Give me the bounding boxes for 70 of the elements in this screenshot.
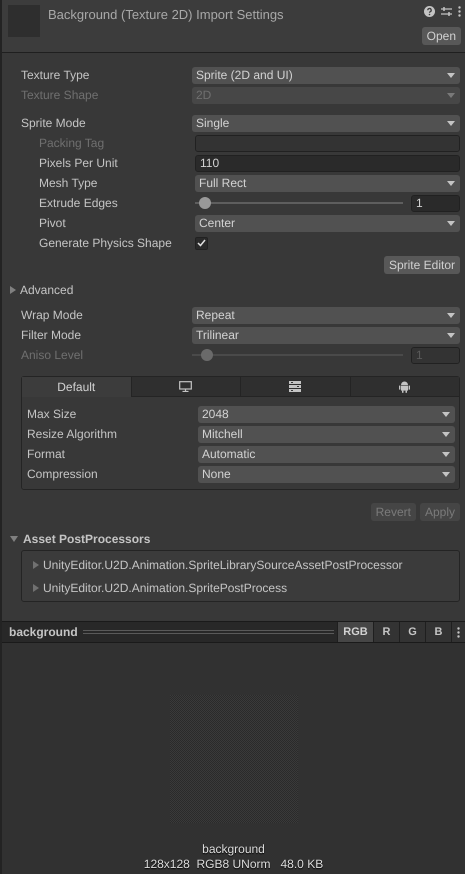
slider-thumb[interactable]	[199, 197, 212, 209]
platform-tab[interactable]	[350, 377, 459, 397]
field-label: Mesh Type	[39, 175, 98, 192]
post-processors-foldout[interactable]: Asset PostProcessors	[10, 530, 465, 548]
channel-toggle[interactable]: B	[425, 622, 451, 642]
caret-icon	[447, 92, 455, 98]
help-icon	[424, 6, 435, 17]
texture-name: background	[202, 842, 265, 857]
dropdown[interactable]: Sprite (2D and UI)	[192, 66, 460, 84]
caret-icon	[447, 180, 455, 186]
field-label: Filter Mode	[21, 327, 82, 344]
dropdown[interactable]: None	[198, 466, 455, 482]
number-field[interactable]: 1	[411, 194, 460, 212]
caret-icon	[447, 312, 455, 318]
dropdown[interactable]: 2048	[198, 406, 455, 422]
caret-icon	[442, 452, 450, 456]
caret-icon	[447, 332, 455, 338]
more-icon	[457, 626, 460, 638]
field-label: Texture Type	[21, 67, 90, 84]
caret-icon	[442, 432, 450, 436]
dropdown[interactable]: Trilinear	[192, 326, 460, 344]
caret-icon	[447, 72, 455, 78]
caret-icon	[442, 472, 450, 476]
dropdown[interactable]: Full Rect	[195, 174, 460, 192]
channel-toggle[interactable]: R	[373, 622, 399, 642]
checkbox[interactable]	[195, 236, 208, 250]
dropdown[interactable]: Single	[192, 114, 460, 132]
more-button[interactable]	[451, 622, 465, 642]
dropdown[interactable]: Repeat	[192, 306, 460, 324]
field-label: Wrap Mode	[21, 307, 84, 324]
input-field[interactable]: 110	[195, 154, 460, 172]
field-label: Extrude Edges	[39, 195, 119, 212]
settings-icon	[441, 6, 452, 17]
channel-toggle[interactable]: RGB	[337, 622, 373, 642]
more-icon	[458, 6, 461, 17]
field-label: Compression	[27, 466, 99, 483]
field-label: Format	[27, 446, 66, 463]
field-label: Pixels Per Unit	[39, 155, 119, 172]
disclosure-triangle-icon	[32, 560, 40, 568]
field-label: Pivot	[39, 215, 67, 232]
android-robot-icon	[399, 380, 410, 392]
disclosure-triangle-icon	[9, 286, 17, 294]
window-title: Background (Texture 2D) Import Settings	[48, 6, 284, 24]
texture-info: 128x128 RGB8 UNorm 48.0 KB	[144, 857, 324, 872]
disclosure-triangle-icon	[32, 584, 40, 592]
disclosure-triangle-icon	[10, 535, 18, 543]
field-label: Max Size	[27, 406, 78, 423]
caret-icon	[447, 220, 455, 226]
sprite-editor-button[interactable]: Sprite Editor	[384, 256, 460, 274]
field-label: Generate Physics Shape	[39, 235, 173, 252]
field-label: Resize Algorithm	[27, 426, 118, 443]
caret-icon	[447, 120, 455, 126]
caret-icon	[442, 412, 450, 416]
post-processor-item[interactable]: UnityEditor.U2D.Animation.SpriteLibrarySourceAssetPostProcessor	[32, 554, 459, 574]
monitor-icon	[179, 381, 192, 392]
slider-track[interactable]	[192, 349, 403, 361]
platform-tab[interactable]	[240, 377, 350, 397]
dropdown[interactable]: Automatic	[198, 446, 455, 462]
dropdown[interactable]: Mitchell	[198, 426, 455, 442]
field-label: Sprite Mode	[21, 115, 87, 132]
post-processor-item[interactable]: UnityEditor.U2D.Animation.SpritePostProcess	[32, 578, 459, 598]
server-icon	[289, 381, 302, 392]
platform-tab[interactable]: Default	[22, 377, 130, 397]
slider-track[interactable]	[195, 197, 403, 209]
platform-tab[interactable]	[130, 377, 240, 397]
dropdown[interactable]: Center	[195, 214, 460, 232]
channel-toggle[interactable]: G	[399, 622, 425, 642]
advanced-foldout[interactable]: Advanced	[9, 281, 465, 299]
preview-title: background	[8, 624, 79, 641]
open-button[interactable]: Open	[422, 27, 461, 45]
